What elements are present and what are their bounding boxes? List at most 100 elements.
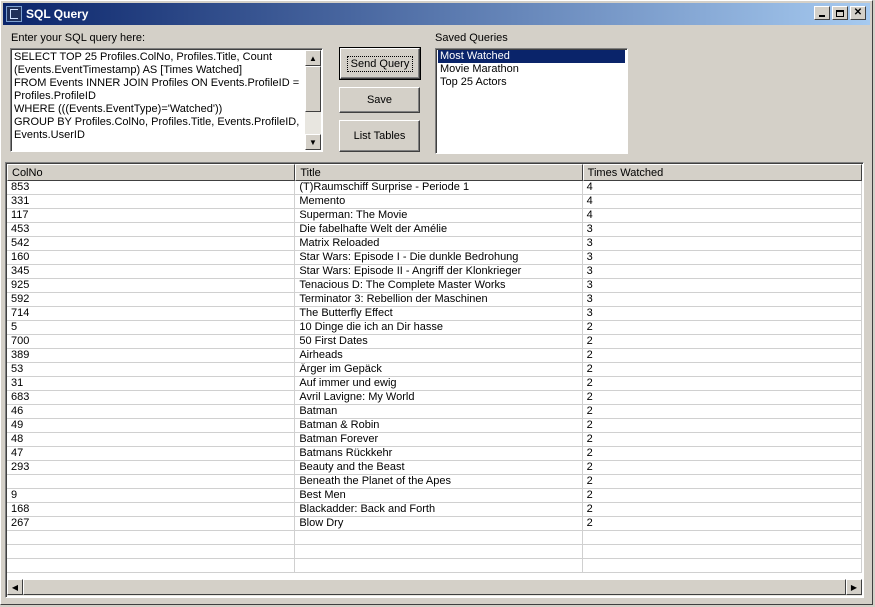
table-row[interactable]: 592 Terminator 3: Rebellion der Maschinen… (7, 293, 862, 307)
cell-title[interactable]: Tenacious D: The Complete Master Works (295, 279, 583, 293)
table-row[interactable]: 389 Airheads 2 (7, 349, 862, 363)
cell-title[interactable] (295, 559, 583, 573)
cell-colno[interactable]: 345 (7, 265, 296, 279)
table-row[interactable]: Beneath the Planet of the Apes 2 (7, 475, 862, 489)
cell-colno[interactable]: 700 (7, 335, 296, 349)
cell-times-watched[interactable]: 2 (582, 503, 862, 517)
column-header-times-watched[interactable]: Times Watched (582, 164, 862, 181)
cell-title[interactable]: Die fabelhafte Welt der Amélie (295, 223, 583, 237)
maximize-button[interactable] (832, 6, 848, 20)
cell-colno[interactable]: 49 (7, 419, 296, 433)
table-row[interactable]: 331 Memento 4 (7, 195, 862, 209)
table-row[interactable]: 5 10 Dinge die ich an Dir hasse 2 (7, 321, 862, 335)
cell-title[interactable]: Beauty and the Beast (295, 461, 583, 475)
cell-times-watched[interactable]: 2 (582, 447, 862, 461)
table-row[interactable]: 31 Auf immer und ewig 2 (7, 377, 862, 391)
cell-title[interactable]: Star Wars: Episode I - Die dunkle Bedroh… (295, 251, 583, 265)
cell-times-watched[interactable]: 2 (582, 433, 862, 447)
cell-times-watched[interactable] (582, 545, 862, 559)
cell-times-watched[interactable]: 4 (582, 181, 862, 195)
cell-colno[interactable]: 592 (7, 293, 296, 307)
cell-times-watched[interactable]: 2 (582, 405, 862, 419)
cell-title[interactable]: Best Men (295, 489, 583, 503)
horizontal-scrollbar[interactable]: ◀ ▶ (7, 579, 862, 596)
table-row[interactable]: 683 Avril Lavigne: My World 2 (7, 391, 862, 405)
cell-title[interactable]: Beneath the Planet of the Apes (295, 475, 583, 489)
horizontal-scroll-thumb[interactable] (23, 579, 846, 595)
cell-times-watched[interactable]: 2 (582, 363, 862, 377)
cell-colno[interactable]: 331 (7, 195, 296, 209)
column-header-title[interactable]: Title (295, 164, 583, 181)
empty-row[interactable] (7, 531, 862, 545)
cell-title[interactable]: Auf immer und ewig (295, 377, 583, 391)
cell-colno[interactable] (7, 531, 296, 545)
cell-title[interactable]: Blackadder: Back and Forth (295, 503, 583, 517)
scroll-right-button[interactable]: ▶ (846, 579, 862, 595)
cell-title[interactable]: Avril Lavigne: My World (295, 391, 583, 405)
cell-title[interactable]: Batman Forever (295, 433, 583, 447)
query-scrollbar[interactable]: ▲ ▼ (305, 50, 321, 150)
cell-times-watched[interactable]: 2 (582, 391, 862, 405)
cell-colno[interactable] (7, 475, 296, 489)
cell-colno[interactable]: 9 (7, 489, 296, 503)
cell-colno[interactable]: 925 (7, 279, 296, 293)
table-row[interactable]: 267 Blow Dry 2 (7, 517, 862, 531)
cell-colno[interactable]: 267 (7, 517, 296, 531)
table-row[interactable]: 168 Blackadder: Back and Forth 2 (7, 503, 862, 517)
saved-query-item[interactable]: Movie Marathon (438, 63, 625, 76)
table-row[interactable]: 714 The Butterfly Effect 3 (7, 307, 862, 321)
cell-times-watched[interactable]: 3 (582, 293, 862, 307)
cell-times-watched[interactable]: 3 (582, 237, 862, 251)
cell-times-watched[interactable]: 3 (582, 265, 862, 279)
title-bar[interactable]: SQL Query ✕ (3, 3, 870, 25)
table-row[interactable]: 117 Superman: The Movie 4 (7, 209, 862, 223)
cell-title[interactable]: 10 Dinge die ich an Dir hasse (295, 321, 583, 335)
cell-title[interactable]: Batman (295, 405, 583, 419)
cell-colno[interactable]: 542 (7, 237, 296, 251)
table-row[interactable]: 48 Batman Forever 2 (7, 433, 862, 447)
cell-title[interactable]: (T)Raumschiff Surprise - Periode 1 (295, 181, 583, 195)
cell-colno[interactable]: 47 (7, 447, 296, 461)
cell-times-watched[interactable]: 2 (582, 335, 862, 349)
cell-colno[interactable]: 453 (7, 223, 296, 237)
list-tables-button[interactable]: List Tables (339, 120, 420, 152)
save-button[interactable]: Save (339, 87, 420, 113)
cell-times-watched[interactable]: 3 (582, 279, 862, 293)
cell-colno[interactable]: 117 (7, 209, 296, 223)
column-header-colno[interactable]: ColNo (7, 164, 296, 181)
cell-times-watched[interactable]: 4 (582, 195, 862, 209)
saved-query-item[interactable]: Most Watched (438, 50, 625, 63)
table-row[interactable]: 925 Tenacious D: The Complete Master Work… (7, 279, 862, 293)
query-textarea[interactable]: SELECT TOP 25 Profiles.ColNo, Profiles.T… (10, 48, 323, 152)
cell-times-watched[interactable]: 4 (582, 209, 862, 223)
send-query-button[interactable]: Send Query (339, 47, 421, 80)
cell-title[interactable]: 50 First Dates (295, 335, 583, 349)
cell-colno[interactable]: 46 (7, 405, 296, 419)
cell-times-watched[interactable] (582, 559, 862, 573)
cell-colno[interactable]: 48 (7, 433, 296, 447)
cell-colno[interactable]: 160 (7, 251, 296, 265)
table-row[interactable]: 9 Best Men 2 (7, 489, 862, 503)
table-row[interactable]: 293 Beauty and the Beast 2 (7, 461, 862, 475)
cell-title[interactable]: Airheads (295, 349, 583, 363)
cell-colno[interactable]: 53 (7, 363, 296, 377)
cell-title[interactable]: Superman: The Movie (295, 209, 583, 223)
cell-times-watched[interactable] (582, 531, 862, 545)
cell-title[interactable]: Matrix Reloaded (295, 237, 583, 251)
cell-colno[interactable]: 31 (7, 377, 296, 391)
cell-title[interactable] (295, 531, 583, 545)
cell-colno[interactable]: 5 (7, 321, 296, 335)
saved-query-item[interactable]: Top 25 Actors (438, 76, 625, 89)
cell-times-watched[interactable]: 2 (582, 517, 862, 531)
cell-times-watched[interactable]: 3 (582, 251, 862, 265)
cell-times-watched[interactable]: 2 (582, 349, 862, 363)
scroll-thumb[interactable] (305, 66, 321, 112)
table-row[interactable]: 53 Ärger im Gepäck 2 (7, 363, 862, 377)
cell-colno[interactable]: 293 (7, 461, 296, 475)
table-row[interactable]: 345 Star Wars: Episode II - Angriff der K… (7, 265, 862, 279)
cell-title[interactable]: Star Wars: Episode II - Angriff der Klon… (295, 265, 583, 279)
cell-title[interactable]: Memento (295, 195, 583, 209)
query-text[interactable]: SELECT TOP 25 Profiles.ColNo, Profiles.T… (14, 51, 304, 142)
cell-times-watched[interactable]: 2 (582, 461, 862, 475)
scroll-down-button[interactable]: ▼ (305, 134, 321, 150)
